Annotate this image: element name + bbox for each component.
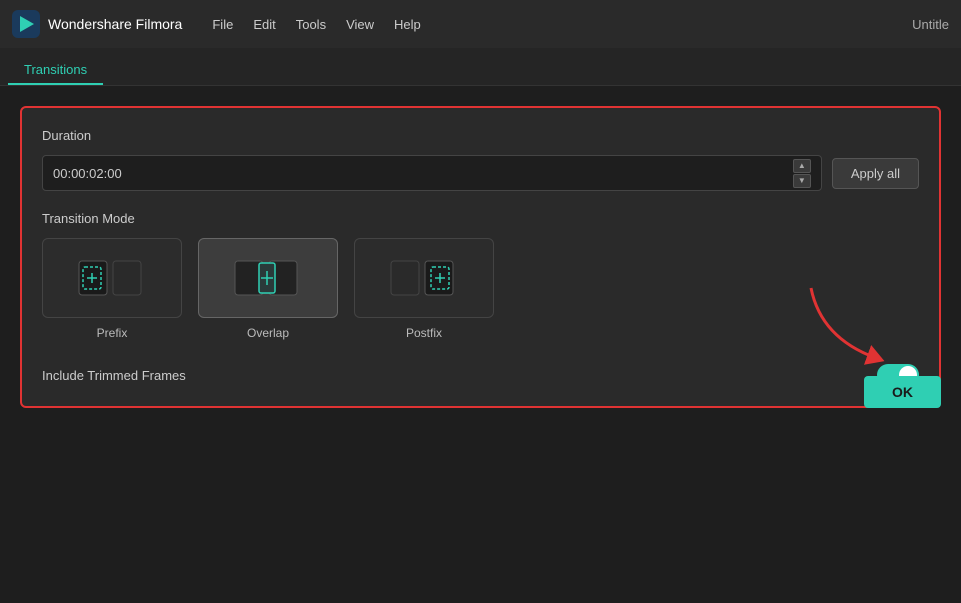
arrow-indicator	[791, 278, 911, 378]
postfix-label: Postfix	[406, 326, 442, 340]
prefix-icon-box[interactable]	[42, 238, 182, 318]
duration-value: 00:00:02:00	[53, 166, 793, 181]
transition-mode-label: Transition Mode	[42, 211, 919, 226]
overlap-icon	[233, 253, 303, 303]
spin-down-button[interactable]: ▼	[793, 174, 811, 188]
mode-prefix[interactable]: Prefix	[42, 238, 182, 340]
menu-view[interactable]: View	[346, 17, 374, 32]
window-title: Untitle	[912, 17, 949, 32]
overlap-label: Overlap	[247, 326, 289, 340]
mode-overlap[interactable]: Overlap	[198, 238, 338, 340]
main-content: Duration 00:00:02:00 ▲ ▼ Apply all Trans…	[0, 86, 961, 428]
mode-options: Prefix Overlap	[42, 238, 919, 340]
postfix-icon	[389, 253, 459, 303]
mode-postfix[interactable]: Postfix	[354, 238, 494, 340]
app-name: Wondershare Filmora	[48, 16, 182, 32]
include-trimmed-label: Include Trimmed Frames	[42, 368, 186, 383]
spin-buttons: ▲ ▼	[793, 159, 811, 188]
menu-bar: Wondershare Filmora File Edit Tools View…	[0, 0, 961, 48]
ok-button[interactable]: OK	[864, 376, 941, 408]
duration-input-wrap[interactable]: 00:00:02:00 ▲ ▼	[42, 155, 822, 191]
overlap-icon-box[interactable]	[198, 238, 338, 318]
menu-tools[interactable]: Tools	[296, 17, 326, 32]
logo-area: Wondershare Filmora	[12, 10, 182, 38]
bottom-area: OK	[864, 376, 941, 408]
spin-up-button[interactable]: ▲	[793, 159, 811, 173]
duration-row: 00:00:02:00 ▲ ▼ Apply all	[42, 155, 919, 191]
menu-help[interactable]: Help	[394, 17, 421, 32]
menu-edit[interactable]: Edit	[253, 17, 275, 32]
prefix-icon	[77, 253, 147, 303]
postfix-icon-box[interactable]	[354, 238, 494, 318]
include-frames-row: Include Trimmed Frames	[42, 364, 919, 386]
apply-all-button[interactable]: Apply all	[832, 158, 919, 189]
menu-items: File Edit Tools View Help	[212, 17, 420, 32]
app-logo-icon	[12, 10, 40, 38]
tab-transitions[interactable]: Transitions	[8, 56, 103, 85]
prefix-label: Prefix	[97, 326, 128, 340]
menu-file[interactable]: File	[212, 17, 233, 32]
duration-label: Duration	[42, 128, 919, 143]
tab-bar: Transitions	[0, 48, 961, 86]
